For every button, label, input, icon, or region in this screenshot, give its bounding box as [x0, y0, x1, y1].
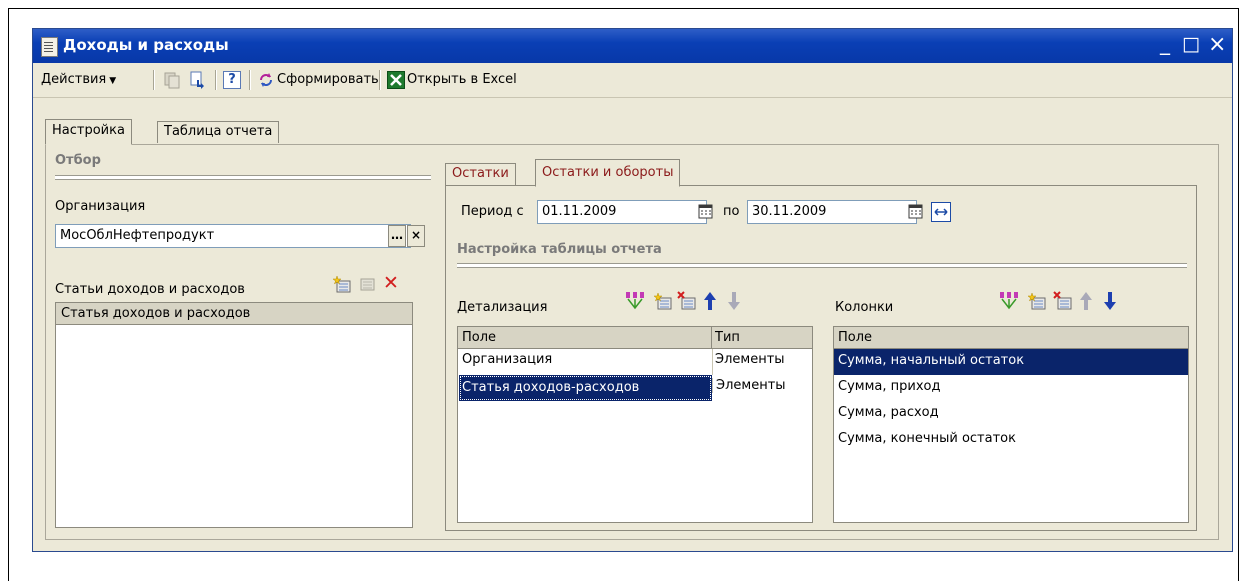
period-range-icon[interactable] [931, 202, 951, 222]
tab-balances-turnover-label: Остатки и обороты [542, 165, 674, 180]
delete-row-icon[interactable] [677, 291, 697, 311]
hierarchy-icon[interactable] [625, 291, 645, 311]
actions-menu[interactable]: Действия ▼ [41, 69, 116, 91]
tab-settings[interactable]: Настройка [45, 119, 132, 145]
move-up-icon[interactable] [703, 291, 717, 311]
toolbar: Действия ▼ ? Сформировать Открыть в Excel [33, 63, 1232, 98]
organization-value: МосОблНефтепродукт [60, 228, 215, 243]
table-settings-divider [457, 263, 1187, 268]
move-up-disabled-icon[interactable] [1079, 291, 1093, 311]
tab-balances[interactable]: Остатки [445, 163, 516, 185]
title-bar[interactable]: Доходы и расходы _ □ × [33, 29, 1232, 63]
list-item[interactable]: Сумма, расход [834, 401, 1188, 427]
column-name: Сумма, расход [838, 405, 939, 420]
tab-balances-label: Остатки [452, 166, 509, 181]
column-name: Сумма, начальный остаток [838, 353, 1025, 368]
period-to-label: по [723, 204, 740, 219]
table-header: Статья доходов и расходов [56, 303, 412, 325]
columns-label: Колонки [835, 300, 894, 315]
period-to-field[interactable]: 30.11.2009 [747, 200, 917, 224]
row-field: Организация [462, 352, 553, 367]
row-field: Статья доходов-расходов [459, 375, 712, 401]
organization-label: Организация [55, 199, 146, 214]
filter-header: Отбор [55, 153, 101, 168]
period-from-value: 01.11.2009 [542, 204, 617, 219]
tab-report-table-label: Таблица отчета [164, 124, 273, 139]
select-organization-button[interactable]: … [388, 225, 406, 247]
add-row-icon[interactable] [1027, 291, 1047, 311]
column-name: Сумма, конечный остаток [838, 431, 1016, 446]
calendar-icon[interactable] [907, 202, 925, 222]
open-in-excel-button[interactable]: Открыть в Excel [407, 69, 517, 91]
period-from-label: Период с [461, 204, 524, 219]
toolbar-separator [379, 70, 381, 90]
detail-table[interactable]: Поле Тип Организация Элементы Статья дох… [457, 326, 813, 523]
delete-row-icon[interactable] [1053, 291, 1073, 311]
excel-icon [387, 71, 405, 89]
column-header-type[interactable]: Тип [712, 327, 740, 348]
table-header: Поле [834, 327, 1188, 349]
maximize-button[interactable]: □ [1182, 33, 1200, 55]
articles-label: Статьи доходов и расходов [55, 282, 245, 297]
tab-settings-label: Настройка [52, 123, 125, 138]
table-header: Поле Тип [458, 327, 812, 349]
copy-row-disabled-icon[interactable] [357, 275, 375, 293]
table-row[interactable]: Организация Элементы [458, 349, 812, 375]
actions-label: Действия [41, 72, 107, 87]
report-window: Доходы и расходы _ □ × Действия ▼ ? Сформ… [32, 28, 1233, 552]
calendar-icon[interactable] [697, 202, 715, 222]
close-button[interactable]: × [1208, 32, 1226, 57]
clear-organization-button[interactable]: × [407, 225, 425, 247]
toolbar-separator [153, 70, 155, 90]
list-item[interactable]: Сумма, конечный остаток [834, 427, 1188, 453]
period-from-field[interactable]: 01.11.2009 [537, 200, 707, 224]
articles-table[interactable]: Статья доходов и расходов [55, 302, 413, 528]
toolbar-separator [249, 70, 251, 90]
column-header-field[interactable]: Поле [835, 327, 872, 348]
report-icon [41, 37, 58, 57]
columns-table[interactable]: Поле Сумма, начальный остаток Сумма, при… [833, 326, 1189, 523]
move-down-icon[interactable] [1103, 291, 1117, 311]
row-type: Элементы [715, 352, 785, 367]
tab-report-table[interactable]: Таблица отчета [157, 121, 280, 143]
column-name: Сумма, приход [838, 379, 941, 394]
row-type: Элементы [712, 378, 786, 393]
move-down-icon[interactable] [727, 291, 741, 311]
copy-disabled-icon[interactable] [163, 71, 181, 89]
chevron-down-icon: ▼ [109, 76, 117, 86]
window-title: Доходы и расходы [63, 36, 229, 54]
list-item[interactable]: Сумма, приход [834, 375, 1188, 401]
table-row[interactable]: Статья доходов-расходов Элементы [458, 375, 812, 401]
column-header[interactable]: Статья доходов и расходов [58, 303, 250, 324]
add-row-icon[interactable] [653, 291, 673, 311]
filter-divider [55, 175, 431, 180]
tab-balances-turnover[interactable]: Остатки и обороты [535, 159, 681, 187]
help-icon[interactable]: ? [223, 71, 241, 89]
paste-icon[interactable] [189, 71, 207, 89]
hierarchy-icon[interactable] [999, 291, 1019, 311]
generate-button[interactable]: Сформировать [277, 69, 379, 91]
organization-field[interactable]: МосОблНефтепродукт [55, 224, 411, 248]
add-row-icon[interactable] [333, 275, 351, 293]
minimize-button[interactable]: _ [1160, 31, 1170, 55]
detail-label: Детализация [457, 300, 548, 315]
table-settings-header: Настройка таблицы отчета [457, 242, 662, 257]
toolbar-separator [215, 70, 217, 90]
column-header-field[interactable]: Поле [459, 327, 712, 348]
list-item[interactable]: Сумма, начальный остаток [834, 349, 1188, 375]
generate-icon [260, 73, 272, 87]
period-to-value: 30.11.2009 [752, 204, 827, 219]
delete-row-icon[interactable]: ✕ [383, 272, 399, 294]
